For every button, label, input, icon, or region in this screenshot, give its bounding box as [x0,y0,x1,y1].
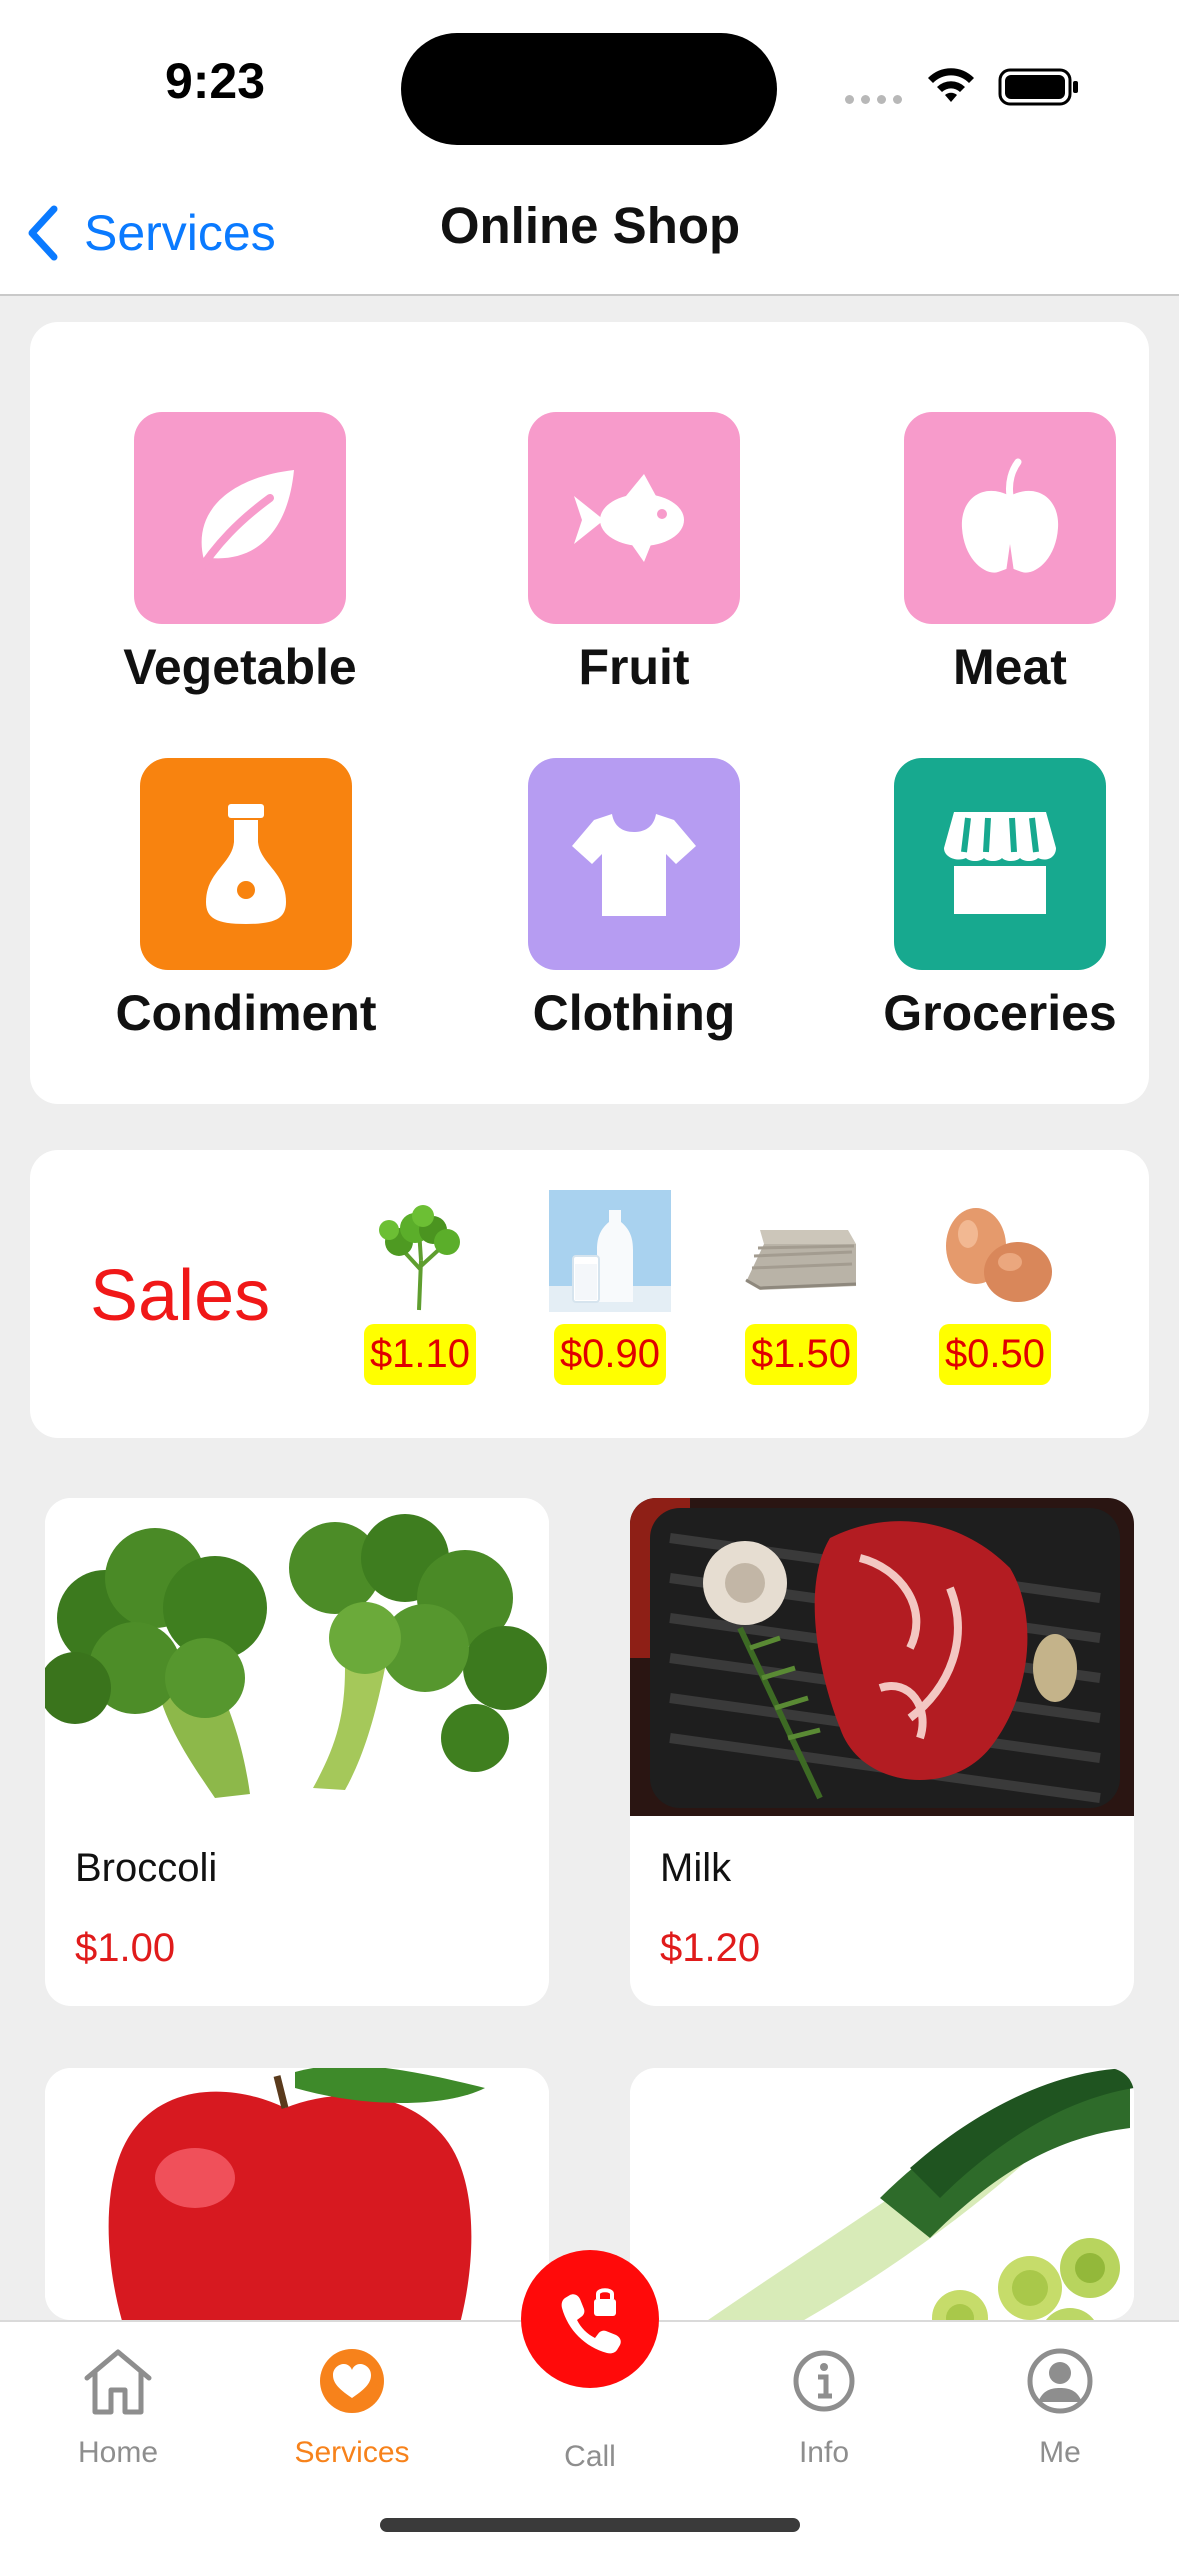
tab-label: Me [1039,2436,1081,2469]
category-label: Meat [953,639,1067,695]
sale-item-eggs[interactable]: $0.50 [930,1190,1060,1385]
back-button-label: Services [84,205,276,261]
soy-sauce-bottle-icon [140,758,352,970]
sale-item-towels[interactable]: $1.50 [736,1190,866,1385]
product-card-broccoli[interactable]: Broccoli $1.00 [45,1498,549,2006]
storefront-icon [894,758,1106,970]
navigation-bar: Services Online Shop [0,170,1179,296]
product-price: $1.20 [660,1926,761,1970]
person-circle-icon [1027,2348,1093,2414]
folded-towels-image [740,1190,862,1312]
home-indicator [380,2518,800,2532]
sale-price: $1.50 [744,1324,858,1385]
category-label: Groceries [883,985,1117,1041]
sale-item-parsley[interactable]: $1.10 [355,1190,485,1385]
product-card-leek[interactable] [630,2068,1134,2320]
product-price: $1.00 [75,1926,176,1970]
category-grid: Vegetable Fruit Meat Condiment Clothing … [30,322,1149,1104]
parsley-image [359,1190,481,1312]
sales-title: Sales [90,1256,271,1336]
product-card-apple[interactable] [45,2068,549,2320]
phone-lock-icon [561,2288,621,2354]
red-apple-image [45,2068,549,2320]
wifi-icon [928,68,974,102]
sale-price: $0.50 [938,1324,1052,1385]
product-card-milk[interactable]: Milk $1.20 [630,1498,1134,2006]
fish-icon [528,412,740,624]
sale-item-milk[interactable]: $0.90 [545,1190,675,1385]
house-icon [84,2349,152,2415]
tab-label: Info [798,2436,850,2469]
dynamic-island [401,33,777,145]
heart-circle-icon [320,2349,384,2413]
category-label: Clothing [532,985,736,1041]
page-title: Online Shop [439,197,741,254]
t-shirt-icon [528,758,740,970]
leek-image [630,2068,1134,2320]
product-name: Milk [660,1846,732,1890]
category-label: Vegetable [123,639,357,695]
chevron-left-icon [28,205,58,261]
tab-label: Call [564,2440,616,2473]
category-label: Condiment [115,985,377,1041]
tab-home[interactable]: Home [18,2342,218,2470]
status-time: 9:23 [164,53,266,109]
status-bar: 9:23 [0,0,1179,170]
battery-icon [998,68,1078,106]
category-clothing[interactable]: Clothing [464,758,804,1042]
milk-image [549,1190,671,1312]
tab-services[interactable]: Services [252,2342,452,2470]
product-name: Broccoli [75,1846,218,1890]
info-circle-icon [793,2350,855,2412]
tab-call[interactable]: Call [490,2440,690,2474]
category-label: Fruit [578,639,690,695]
leaf-icon [134,412,346,624]
back-button[interactable]: Services [22,194,276,272]
category-condiment[interactable]: Condiment [76,758,416,1042]
category-fruit[interactable]: Fruit [464,412,804,696]
steak-on-grill-pan-image [630,1498,1134,1816]
sales-strip: Sales $1.10 $0.90 $1.50 $0.50 [30,1150,1149,1438]
category-groceries[interactable]: Groceries [830,758,1170,1042]
broccoli-image [45,1498,549,1816]
tab-me[interactable]: Me [960,2342,1160,2470]
cellular-signal-icon [845,95,902,104]
eggs-image [934,1190,1056,1312]
tab-label: Services [294,2436,410,2469]
call-button[interactable] [521,2250,659,2388]
tab-label: Home [77,2436,159,2469]
sale-price: $0.90 [553,1324,667,1385]
apple-icon [904,412,1116,624]
tab-info[interactable]: Info [724,2342,924,2470]
sale-price: $1.10 [363,1324,477,1385]
category-vegetable[interactable]: Vegetable [70,412,410,696]
category-meat[interactable]: Meat [840,412,1179,696]
